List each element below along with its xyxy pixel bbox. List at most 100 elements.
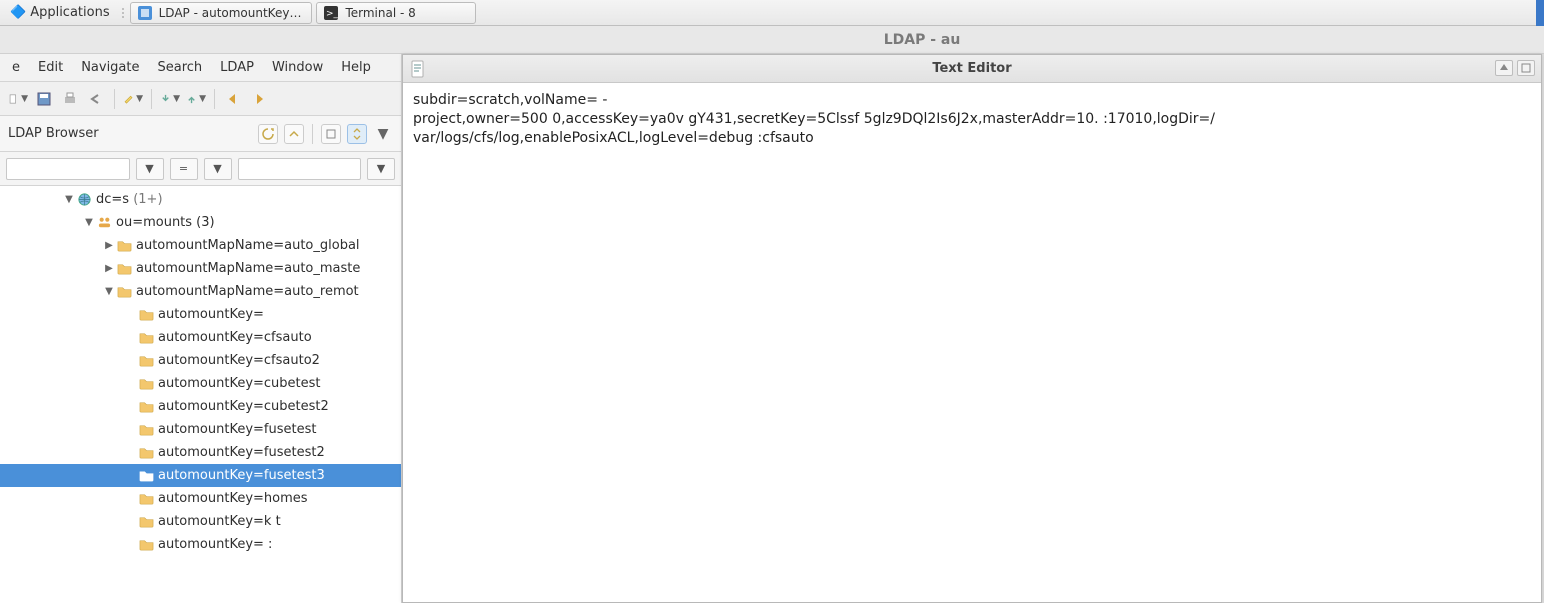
tree-label: automountKey=homes — [158, 491, 308, 506]
tree-label: automountKey=cubetest — [158, 376, 321, 391]
text-editor-title: Text Editor — [932, 61, 1011, 76]
expand-toggle-icon[interactable]: ▼ — [102, 286, 116, 297]
os-taskbar: 🔷 Applications LDAP - automountKey… >_ T… — [0, 0, 1544, 26]
org-unit-icon — [96, 215, 112, 231]
tree-node-key[interactable]: automountKey=fusetest2 — [0, 441, 401, 464]
folder-icon — [138, 537, 154, 553]
editor-line: subdir=scratch,volName= - — [413, 91, 1531, 110]
tree-label: automountKey=fusetest — [158, 422, 316, 437]
chevron-down-icon: ▼ — [21, 94, 28, 104]
export-button[interactable]: ▼ — [186, 89, 206, 109]
expand-toggle-icon[interactable]: ▼ — [82, 217, 96, 228]
folder-icon — [138, 307, 154, 323]
tree-label: automountKey=k t — [158, 514, 281, 529]
sync-button[interactable] — [347, 124, 367, 144]
import-button[interactable]: ▼ — [160, 89, 180, 109]
tree-label: ou=mounts (3) — [116, 215, 215, 230]
tree-node-key[interactable]: automountKey=cfsauto2 — [0, 349, 401, 372]
tree-node-dc[interactable]: ▼ dc=s (1+) — [0, 188, 401, 211]
terminal-app-icon: >_ — [323, 5, 339, 21]
taskbar-item-terminal[interactable]: >_ Terminal - 8 — [316, 2, 476, 24]
menu-window[interactable]: Window — [264, 56, 331, 79]
tree-label: automountKey= : — [158, 537, 272, 552]
new-button[interactable]: ▼ — [8, 89, 28, 109]
minimize-button[interactable] — [1495, 60, 1513, 76]
applications-menu[interactable]: 🔷 Applications — [4, 3, 116, 22]
separator-icon — [214, 89, 215, 109]
tree-node-map[interactable]: ▼ automountMapName=auto_remot — [0, 280, 401, 303]
collapse-button[interactable] — [284, 124, 304, 144]
ldap-toolbar: ▼ ▼ ▼ ▼ — [0, 82, 401, 116]
tree-node-map[interactable]: ▶ automountMapName=auto_maste — [0, 257, 401, 280]
text-editor-body[interactable]: subdir=scratch,volName= - project,owner=… — [403, 83, 1541, 602]
tree-label: automountKey=cubetest2 — [158, 399, 329, 414]
folder-icon — [138, 422, 154, 438]
tree-label: automountKey=fusetest2 — [158, 445, 325, 460]
print-button[interactable] — [60, 89, 80, 109]
link-button[interactable] — [321, 124, 341, 144]
undo-button[interactable] — [86, 89, 106, 109]
tree-label: automountMapName=auto_global — [136, 238, 360, 253]
ldap-tree[interactable]: ▼ dc=s (1+) ▼ ou=mounts (3) ▶ automountM… — [0, 186, 401, 603]
tree-node-key[interactable]: automountKey=cfsauto — [0, 326, 401, 349]
menu-ldap[interactable]: LDAP — [212, 56, 262, 79]
menu-search[interactable]: Search — [150, 56, 211, 79]
chevron-down-icon: ▼ — [136, 94, 143, 104]
maximize-button[interactable] — [1517, 60, 1535, 76]
menu-file[interactable]: e — [4, 56, 28, 79]
expand-toggle-icon[interactable]: ▼ — [62, 194, 76, 205]
text-editor-window: Text Editor subdir=scratch,volName= - pr… — [402, 54, 1542, 603]
taskbar-item-label: Terminal - 8 — [345, 6, 415, 20]
folder-icon — [116, 284, 132, 300]
tree-label: automountKey= — [158, 307, 264, 322]
ldap-browser-header: LDAP Browser ▼ — [0, 116, 401, 152]
filter-op-dropdown[interactable]: ▼ — [204, 158, 232, 180]
apps-icon: 🔷 — [10, 5, 26, 20]
folder-icon — [138, 330, 154, 346]
forward-button[interactable] — [249, 89, 269, 109]
editor-line: project,owner=500 0,accessKey=ya0v gY431… — [413, 110, 1531, 129]
folder-icon — [116, 261, 132, 277]
view-menu-button[interactable]: ▼ — [373, 124, 393, 144]
ldap-window: e Edit Navigate Search LDAP Window Help … — [0, 54, 402, 603]
tree-node-key[interactable]: automountKey=cubetest — [0, 372, 401, 395]
back-button[interactable] — [223, 89, 243, 109]
tree-node-key[interactable]: automountKey=cubetest2 — [0, 395, 401, 418]
tree-node-key[interactable]: automountKey=fusetest3 — [0, 464, 401, 487]
filter-row: ▼ = ▼ ▼ — [0, 152, 401, 186]
filter-attribute-input[interactable] — [6, 158, 130, 180]
highlight-button[interactable]: ▼ — [123, 89, 143, 109]
filter-operator[interactable]: = — [170, 158, 198, 180]
folder-icon — [138, 353, 154, 369]
ldap-window-title: LDAP - au — [0, 26, 1544, 54]
filter-value-dropdown[interactable]: ▼ — [367, 158, 395, 180]
separator-icon — [120, 4, 126, 22]
tree-node-map[interactable]: ▶ automountMapName=auto_global — [0, 234, 401, 257]
chevron-down-icon: ▼ — [173, 94, 180, 104]
refresh-button[interactable] — [258, 124, 278, 144]
tree-node-ou[interactable]: ▼ ou=mounts (3) — [0, 211, 401, 234]
ldap-browser-label: LDAP Browser — [8, 126, 99, 141]
separator-icon — [151, 89, 152, 109]
tree-label: dc=s (1+) — [96, 192, 163, 207]
expand-toggle-icon[interactable]: ▶ — [102, 240, 116, 251]
expand-toggle-icon[interactable]: ▶ — [102, 263, 116, 274]
save-button[interactable] — [34, 89, 54, 109]
tree-node-key[interactable]: automountKey= : — [0, 533, 401, 556]
tree-node-key[interactable]: automountKey=fusetest — [0, 418, 401, 441]
tree-node-key[interactable]: automountKey=homes — [0, 487, 401, 510]
separator-icon — [312, 124, 313, 144]
filter-value-input[interactable] — [238, 158, 362, 180]
taskbar-item-ldap[interactable]: LDAP - automountKey… — [130, 2, 313, 24]
editor-line: var/logs/cfs/log,enablePosixACL,logLevel… — [413, 129, 1531, 148]
applications-label: Applications — [30, 5, 109, 20]
filter-attr-dropdown[interactable]: ▼ — [136, 158, 164, 180]
menu-help[interactable]: Help — [333, 56, 379, 79]
chevron-down-icon: ▼ — [199, 94, 206, 104]
tree-node-key[interactable]: automountKey= — [0, 303, 401, 326]
tree-node-key[interactable]: automountKey=k t — [0, 510, 401, 533]
folder-icon — [138, 445, 154, 461]
menu-navigate[interactable]: Navigate — [73, 56, 147, 79]
menu-edit[interactable]: Edit — [30, 56, 71, 79]
text-editor-titlebar[interactable]: Text Editor — [403, 55, 1541, 83]
